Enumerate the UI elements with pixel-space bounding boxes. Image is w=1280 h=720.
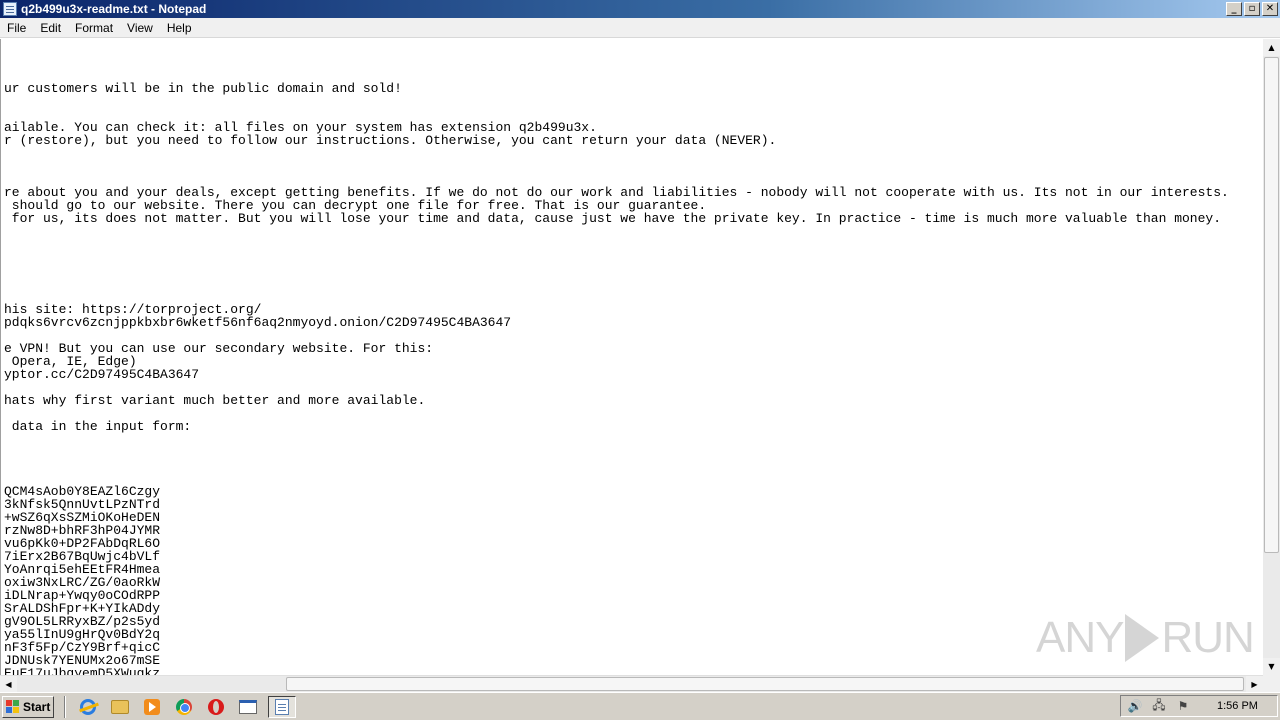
chrome-icon[interactable]	[173, 696, 195, 718]
volume-icon[interactable]: 🔊	[1127, 699, 1143, 713]
notepad-icon	[275, 698, 289, 715]
taskbar-separator	[64, 695, 66, 718]
document-text[interactable]: ur customers will be in the public domai…	[1, 39, 1263, 675]
menu-file[interactable]: File	[0, 21, 33, 35]
window-title: q2b499u3x-readme.txt - Notepad	[21, 2, 207, 16]
menu-format[interactable]: Format	[68, 21, 120, 35]
taskbar: Start 🔊 🖧 ⚑ 1:56 PM	[0, 692, 1280, 720]
vertical-scroll-thumb[interactable]	[1264, 57, 1279, 553]
opera-icon[interactable]	[205, 696, 227, 718]
menu-bar: File Edit Format View Help	[0, 18, 1280, 38]
scroll-right-arrow-icon[interactable]: ▶	[1246, 676, 1263, 693]
window-controls: _ ▫ ✕	[1226, 2, 1278, 16]
start-button[interactable]: Start	[2, 695, 54, 718]
start-label: Start	[23, 699, 51, 714]
text-editor[interactable]: ur customers will be in the public domai…	[0, 39, 1263, 675]
menu-view[interactable]: View	[120, 21, 160, 35]
network-icon[interactable]: 🖧	[1151, 698, 1167, 713]
windows-logo-icon	[6, 700, 20, 713]
menu-edit[interactable]: Edit	[33, 21, 68, 35]
vertical-scrollbar[interactable]: ▲ ▼	[1263, 39, 1280, 675]
horizontal-scroll-thumb[interactable]	[286, 677, 1244, 691]
internet-explorer-icon[interactable]	[77, 696, 99, 718]
action-center-flag-icon[interactable]: ⚑	[1175, 699, 1191, 713]
minimize-button[interactable]: _	[1226, 2, 1242, 16]
notepad-icon[interactable]	[3, 2, 17, 16]
media-player-icon[interactable]	[141, 696, 163, 718]
scroll-down-arrow-icon[interactable]: ▼	[1263, 658, 1280, 675]
clock[interactable]: 1:56 PM	[1217, 700, 1258, 712]
close-button[interactable]: ✕	[1262, 2, 1278, 16]
window-icon[interactable]	[237, 696, 259, 718]
menu-help[interactable]: Help	[160, 21, 199, 35]
title-bar[interactable]: q2b499u3x-readme.txt - Notepad _ ▫ ✕	[0, 0, 1280, 18]
scroll-left-arrow-icon[interactable]: ◀	[0, 676, 17, 693]
horizontal-scrollbar[interactable]: ◀ ▶	[0, 675, 1263, 693]
folder-icon[interactable]	[109, 696, 131, 718]
scroll-up-arrow-icon[interactable]: ▲	[1263, 39, 1280, 56]
watermark-text-right: RUN	[1161, 613, 1254, 662]
anyrun-watermark-logo: ANY RUN	[1036, 608, 1255, 668]
size-grip	[1263, 675, 1280, 692]
maximize-button[interactable]: ▫	[1244, 2, 1260, 16]
play-icon	[1125, 614, 1160, 662]
system-tray: 🔊 🖧 ⚑ 1:56 PM	[1120, 695, 1278, 717]
taskbar-notepad-button[interactable]	[268, 695, 296, 718]
watermark-text-left: ANY	[1036, 613, 1124, 662]
